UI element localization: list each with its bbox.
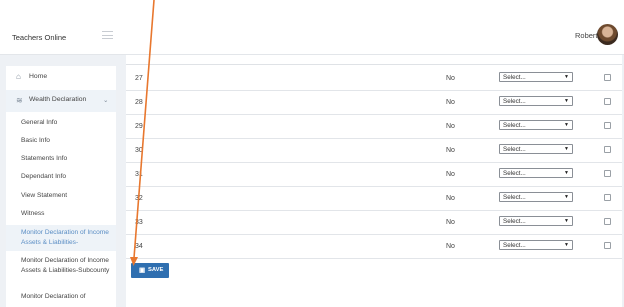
sidebar: ⌂ Home ≋ Wealth Declaration ⌄ General In… [6,66,116,307]
select-value: Select... [503,194,526,201]
row-select[interactable]: Select... ▼ [499,192,573,202]
sidebar-item-label: Home [29,73,48,80]
row-checkbox[interactable] [604,170,611,177]
user-name[interactable]: Robert [575,31,598,40]
row-checkbox[interactable] [604,98,611,105]
main-panel: 27 No Select... ▼ 28 No Select... ▼ 29 No … [126,55,622,307]
table-row: 29 No Select... ▼ [126,115,622,139]
caret-down-icon: ▼ [564,242,569,248]
sidebar-subitem-statements-info[interactable]: Statements Info [6,154,116,168]
sidebar-subitem-label: View Statement [21,192,68,199]
caret-down-icon: ▼ [564,146,569,152]
sidebar-subitem-monitor-declaration[interactable]: Monitor Declaration of Income Assets & L… [6,225,116,251]
row-number: 27 [135,75,143,82]
sidebar-subitem-label: Dependant Info [21,173,67,180]
layers-icon: ≋ [16,96,23,105]
caret-down-icon: ▼ [564,98,569,104]
sidebar-subitem-dependant-info[interactable]: Dependant Info [6,172,116,186]
sidebar-subitem-label: Witness [21,210,45,217]
chevron-down-icon: ⌄ [103,97,109,104]
row-answer: No [446,195,455,202]
sidebar-subitem-basic-info[interactable]: Basic Info [6,136,116,150]
row-answer: No [446,243,455,250]
hamburger-icon[interactable] [102,31,113,39]
sidebar-subitem-label: Monitor Declaration of [21,293,86,300]
sidebar-subitem-monitor-declaration-2[interactable]: Monitor Declaration of [6,291,116,305]
sidebar-subitem-label: General Info [21,119,58,126]
select-value: Select... [503,170,526,177]
row-number: 32 [135,195,143,202]
row-answer: No [446,171,455,178]
select-value: Select... [503,122,526,129]
save-button[interactable]: ▣ SAVE [131,263,169,278]
table-header [126,55,622,65]
sidebar-item-home[interactable]: ⌂ Home [6,72,116,87]
select-value: Select... [503,242,526,249]
row-answer: No [446,99,455,106]
table-row: 33 No Select... ▼ [126,211,622,235]
row-number: 28 [135,99,143,106]
row-number: 31 [135,171,143,178]
table-row: 34 No Select... ▼ [126,235,622,259]
app-brand[interactable]: Teachers Online [12,33,66,42]
table-row: 28 No Select... ▼ [126,91,622,115]
row-answer: No [446,123,455,130]
row-answer: No [446,147,455,154]
caret-down-icon: ▼ [564,122,569,128]
sidebar-subitem-view-statement[interactable]: View Statement [6,191,116,205]
row-number: 33 [135,219,143,226]
table-row: 32 No Select... ▼ [126,187,622,211]
row-number: 30 [135,147,143,154]
caret-down-icon: ▼ [564,74,569,80]
row-checkbox[interactable] [604,74,611,81]
row-checkbox[interactable] [604,194,611,201]
sidebar-item-label: Wealth Declaration [29,96,87,103]
table-row: 30 No Select... ▼ [126,139,622,163]
row-select[interactable]: Select... ▼ [499,216,573,226]
sidebar-subitem-general-info[interactable]: General Info [6,118,116,132]
sidebar-subitem-label: Statements Info [21,155,68,162]
top-bar: Teachers Online Robert [0,0,624,55]
row-answer: No [446,219,455,226]
row-checkbox[interactable] [604,218,611,225]
caret-down-icon: ▼ [564,170,569,176]
row-select[interactable]: Select... ▼ [499,144,573,154]
sidebar-subitem-label: Monitor Declaration of Income Assets & L… [21,257,110,274]
row-checkbox[interactable] [604,146,611,153]
row-select[interactable]: Select... ▼ [499,96,573,106]
sidebar-subitem-witness[interactable]: Witness [6,209,116,223]
row-select[interactable]: Select... ▼ [499,72,573,82]
row-checkbox[interactable] [604,122,611,129]
save-label: SAVE [148,267,164,273]
row-select[interactable]: Select... ▼ [499,240,573,250]
sidebar-item-wealth-declaration[interactable]: ≋ Wealth Declaration ⌄ [6,90,116,112]
row-answer: No [446,75,455,82]
row-select[interactable]: Select... ▼ [499,168,573,178]
sidebar-subitem-monitor-declaration-subcounty[interactable]: Monitor Declaration of Income Assets & L… [6,255,116,289]
select-value: Select... [503,74,526,81]
caret-down-icon: ▼ [564,218,569,224]
caret-down-icon: ▼ [564,194,569,200]
table-row: 27 No Select... ▼ [126,67,622,91]
row-select[interactable]: Select... ▼ [499,120,573,130]
row-checkbox[interactable] [604,242,611,249]
select-value: Select... [503,146,526,153]
table-row: 31 No Select... ▼ [126,163,622,187]
home-icon: ⌂ [16,72,21,81]
row-number: 29 [135,123,143,130]
sidebar-subitem-label: Monitor Declaration of Income Assets & L… [21,229,109,246]
floppy-disk-icon: ▣ [139,267,146,274]
avatar[interactable] [597,24,618,45]
sidebar-subitem-label: Basic Info [21,137,50,144]
select-value: Select... [503,218,526,225]
row-number: 34 [135,243,143,250]
select-value: Select... [503,98,526,105]
